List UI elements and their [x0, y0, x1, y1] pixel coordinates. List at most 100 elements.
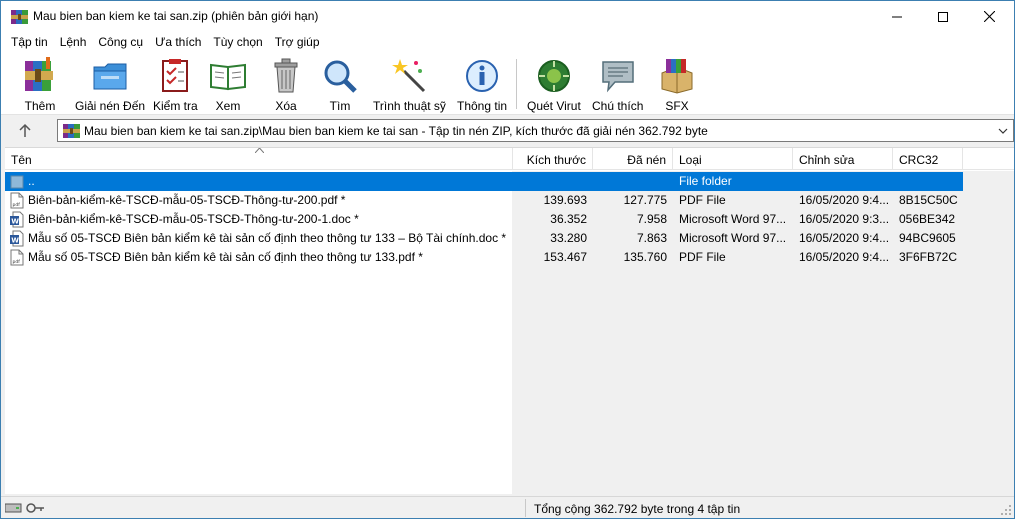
file-name: Mẫu số 05-TSCĐ Biên bản kiểm kê tài sản … [28, 250, 423, 264]
file-row[interactable]: .. File folder [5, 172, 963, 191]
sfx-box-icon [661, 59, 693, 94]
toolbar: Thêm Giải nén Đến Kiểm tra Xem Xóa Tìm T… [1, 53, 1014, 115]
maximize-icon [938, 11, 948, 22]
file-name: Biên-bản-kiểm-kê-TSCĐ-mẫu-05-TSCĐ-Thông-… [28, 212, 359, 226]
find-button[interactable]: Tìm [321, 57, 359, 115]
info-button[interactable]: Thông tin [457, 57, 507, 115]
test-checklist-icon [162, 59, 189, 92]
file-size: 33.280 [550, 231, 587, 245]
magic-wand-icon [392, 59, 426, 93]
menu-help[interactable]: Trợ giúp [269, 32, 326, 53]
find-button-label: Tìm [329, 99, 351, 113]
file-row[interactable]: W Biên-bản-kiểm-kê-TSCĐ-mẫu-05-TSCĐ-Thông… [5, 210, 963, 229]
add-button-label: Thêm [24, 99, 56, 113]
menu-bar: Tập tin Lệnh Công cụ Ưa thích Tùy chọn T… [1, 32, 1014, 53]
menu-tools[interactable]: Công cụ [92, 32, 149, 53]
file-list[interactable]: Tên Kích thước Đã nén Loại Chỉnh sửa CRC… [5, 147, 1014, 495]
chevron-down-icon[interactable] [997, 125, 1009, 137]
menu-file[interactable]: Tập tin [5, 32, 54, 53]
column-header-type[interactable]: Loại [673, 148, 793, 170]
scan-virus-button-label: Quét Virut [527, 99, 581, 113]
view-book-icon [210, 63, 246, 91]
menu-options[interactable]: Tùy chọn [207, 32, 268, 53]
file-type: Microsoft Word 97... [679, 212, 787, 226]
view-button-label: Xem [215, 99, 241, 113]
delete-button[interactable]: Xóa [267, 57, 305, 115]
minimize-button[interactable] [874, 1, 920, 32]
column-header-packed[interactable]: Đã nén [593, 148, 673, 170]
menu-favorites[interactable]: Ưa thích [149, 32, 207, 53]
file-type: PDF File [679, 193, 726, 207]
toolbar-separator [516, 59, 517, 109]
path-combobox[interactable]: Mau bien ban kiem ke tai san.zip\Mau bie… [57, 119, 1014, 142]
file-packed: 135.760 [623, 250, 667, 264]
status-text: Tổng cộng 362.792 byte trong 4 tập tin [534, 502, 741, 516]
file-size: 153.467 [543, 250, 587, 264]
svg-text:W: W [11, 218, 19, 226]
column-header-crc[interactable]: CRC32 [893, 148, 963, 170]
status-separator [525, 499, 526, 517]
file-modified: 16/05/2020 9:4... [799, 250, 890, 264]
file-row[interactable]: pdf Mẫu số 05-TSCĐ Biên bản kiểm kê tài s… [5, 248, 963, 267]
file-size: 139.693 [543, 193, 587, 207]
file-modified: 16/05/2020 9:4... [799, 193, 890, 207]
extract-folder-icon [93, 63, 127, 90]
up-arrow-icon[interactable] [15, 122, 35, 140]
virus-scan-icon [537, 60, 570, 92]
drive-and-key-icon[interactable] [5, 501, 45, 515]
window-title: Mau bien ban kiem ke tai san.zip (phiên … [33, 9, 319, 23]
test-button[interactable]: Kiểm tra [153, 57, 198, 115]
extract-to-button[interactable]: Giải nén Đến [75, 57, 145, 115]
file-modified: 16/05/2020 9:3... [799, 212, 890, 226]
close-button[interactable] [966, 1, 1012, 32]
file-name: Mẫu số 05-TSCĐ Biên bản kiểm kê tài sản … [28, 231, 507, 245]
address-bar: Mau bien ban kiem ke tai san.zip\Mau bie… [1, 116, 1014, 145]
sfx-button[interactable]: SFX [658, 57, 696, 115]
file-modified [799, 172, 891, 191]
view-button[interactable]: Xem [209, 57, 247, 115]
comment-button-label: Chú thích [592, 99, 644, 113]
resize-grip-icon[interactable] [1000, 504, 1012, 516]
info-icon [466, 60, 499, 92]
info-button-label: Thông tin [457, 99, 508, 113]
close-icon [983, 11, 995, 22]
file-packed: 127.775 [623, 193, 667, 207]
add-archive-icon [25, 57, 53, 91]
file-crc: 8B15C50C [899, 193, 958, 207]
extract-to-button-label: Giải nén Đến [75, 99, 146, 113]
title-bar[interactable]: Mau bien ban kiem ke tai san.zip (phiên … [1, 1, 1014, 32]
scan-virus-button[interactable]: Quét Virut [527, 57, 581, 115]
file-name: Biên-bản-kiểm-kê-TSCĐ-mẫu-05-TSCĐ-Thông-… [28, 193, 346, 207]
menu-commands[interactable]: Lệnh [54, 32, 93, 53]
add-button[interactable]: Thêm [21, 57, 59, 115]
wizard-button[interactable]: Trình thuật sỹ [373, 57, 446, 115]
file-size [513, 172, 587, 191]
winrar-window: Mau bien ban kiem ke tai san.zip (phiên … [0, 0, 1015, 519]
file-type: Microsoft Word 97... [679, 231, 787, 245]
file-packed: 7.958 [636, 212, 667, 226]
file-modified: 16/05/2020 9:4... [799, 231, 890, 245]
file-type: PDF File [679, 250, 726, 264]
wizard-button-label: Trình thuật sỹ [373, 99, 446, 113]
svg-text:pdf: pdf [13, 202, 21, 208]
maximize-button[interactable] [920, 1, 966, 32]
column-header-size[interactable]: Kích thước [513, 148, 593, 170]
archive-icon [63, 124, 80, 138]
file-crc: 056BE342 [899, 212, 956, 226]
list-header: Tên Kích thước Đã nén Loại Chỉnh sửa CRC… [5, 148, 1014, 170]
test-button-label: Kiểm tra [153, 99, 198, 113]
column-header-modified[interactable]: Chỉnh sửa [793, 148, 893, 170]
sfx-button-label: SFX [665, 99, 689, 113]
comment-button[interactable]: Chú thích [592, 57, 643, 115]
file-type: File folder [679, 174, 732, 188]
svg-text:W: W [11, 237, 19, 245]
file-name: .. [28, 174, 35, 188]
status-bar: Tổng cộng 362.792 byte trong 4 tập tin [1, 496, 1014, 518]
file-row[interactable]: W Mẫu số 05-TSCĐ Biên bản kiểm kê tài sản… [5, 229, 963, 248]
minimize-icon [892, 16, 902, 17]
file-crc: 94BC9605 [899, 231, 956, 245]
winrar-app-icon[interactable] [11, 9, 28, 25]
file-size: 36.352 [550, 212, 587, 226]
file-packed [593, 172, 667, 191]
file-row[interactable]: pdf Biên-bản-kiểm-kê-TSCĐ-mẫu-05-TSCĐ-Thô… [5, 191, 963, 210]
